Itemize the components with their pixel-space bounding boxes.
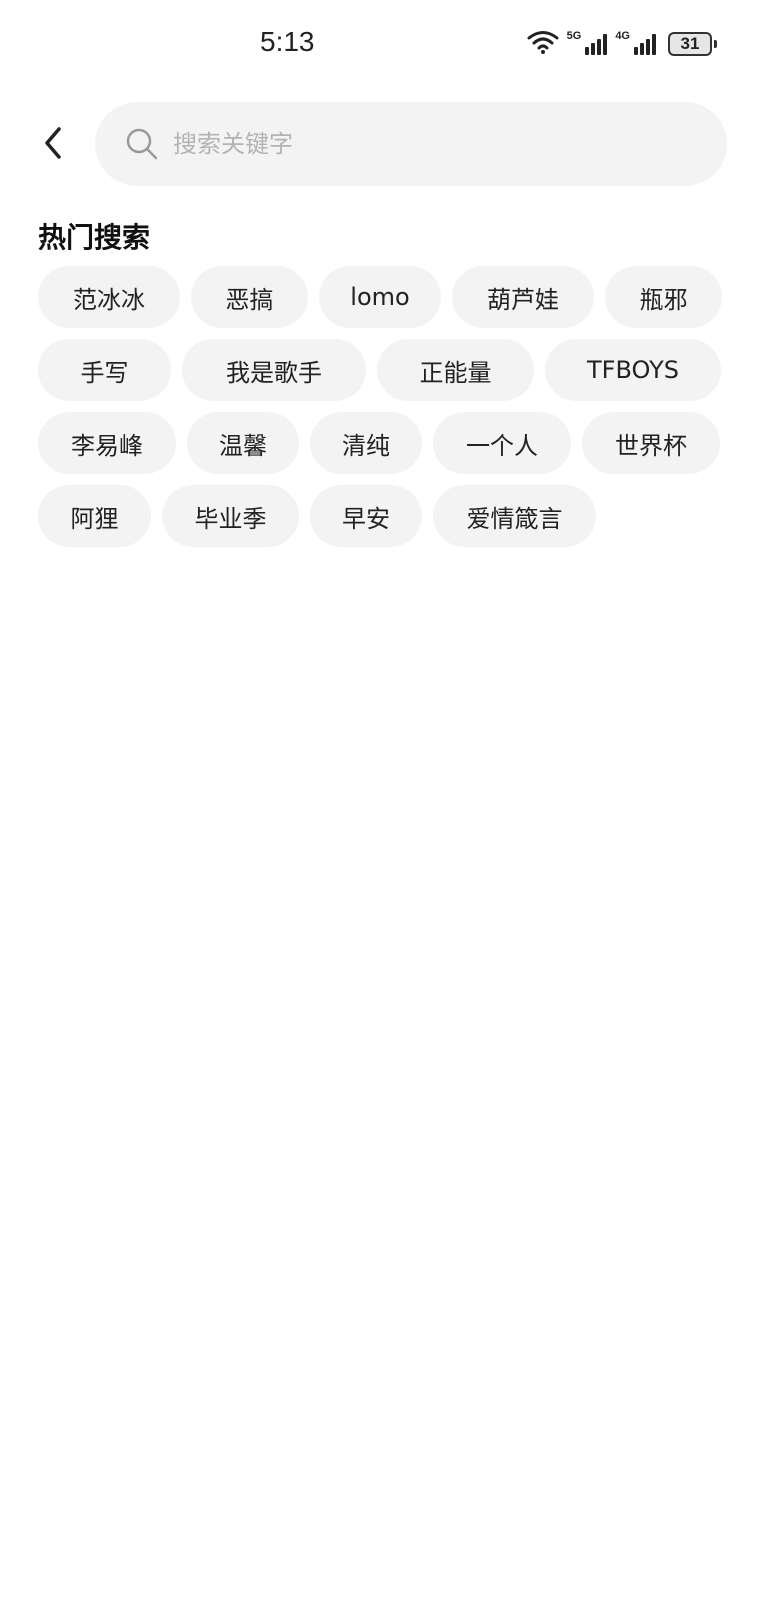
signal-icon	[585, 33, 608, 55]
hot-search-tag[interactable]: 我是歌手	[182, 339, 366, 401]
hot-search-tag[interactable]: 爱情箴言	[433, 485, 596, 547]
hot-search-tag[interactable]: 清纯	[310, 412, 422, 474]
hot-search-tag[interactable]: 一个人	[433, 412, 571, 474]
hot-search-tag[interactable]: 范冰冰	[38, 266, 180, 328]
wifi-icon	[527, 30, 559, 58]
signal-icon-2	[634, 33, 656, 55]
hot-search-tag[interactable]: 葫芦娃	[452, 266, 594, 328]
hot-search-tag[interactable]: lomo	[319, 266, 441, 328]
back-button[interactable]	[30, 120, 76, 170]
tag-row: 李易峰 温馨 清纯 一个人 世界杯	[38, 412, 738, 474]
tag-row: 阿狸 毕业季 早安 爱情箴言	[38, 485, 738, 547]
search-input[interactable]	[171, 129, 675, 159]
hot-search-tag[interactable]: 瓶邪	[605, 266, 722, 328]
network-4g-label: 4G	[615, 30, 630, 42]
search-bar[interactable]	[95, 102, 727, 186]
hot-search-tag[interactable]: 李易峰	[38, 412, 176, 474]
search-icon	[125, 127, 159, 161]
hot-search-tag[interactable]: 阿狸	[38, 485, 151, 547]
hot-search-tag[interactable]: TFBOYS	[545, 339, 721, 401]
battery-level: 31	[668, 32, 712, 56]
hot-search-tag[interactable]: 正能量	[377, 339, 534, 401]
chevron-left-icon	[41, 125, 65, 165]
tag-row: 范冰冰 恶搞 lomo 葫芦娃 瓶邪	[38, 266, 738, 328]
hot-search-tag[interactable]: 毕业季	[162, 485, 299, 547]
status-time: 5:13	[260, 26, 315, 57]
hot-search-tag[interactable]: 手写	[38, 339, 171, 401]
hot-search-tag[interactable]: 温馨	[187, 412, 299, 474]
tag-row: 手写 我是歌手 正能量 TFBOYS	[38, 339, 738, 401]
hot-search-tags: 范冰冰 恶搞 lomo 葫芦娃 瓶邪 手写 我是歌手 正能量 TFBOYS 李易…	[38, 266, 738, 558]
hot-search-tag[interactable]: 世界杯	[582, 412, 720, 474]
hot-search-tag[interactable]: 早安	[310, 485, 422, 547]
hot-search-tag[interactable]: 恶搞	[191, 266, 308, 328]
status-icons: 5G 4G 31	[527, 30, 717, 58]
status-bar: 5:13 5G 4G 31	[0, 0, 775, 90]
battery-icon: 31	[668, 32, 717, 56]
network-5g-label: 5G	[566, 30, 582, 42]
hot-search-title: 热门搜索	[38, 221, 151, 254]
